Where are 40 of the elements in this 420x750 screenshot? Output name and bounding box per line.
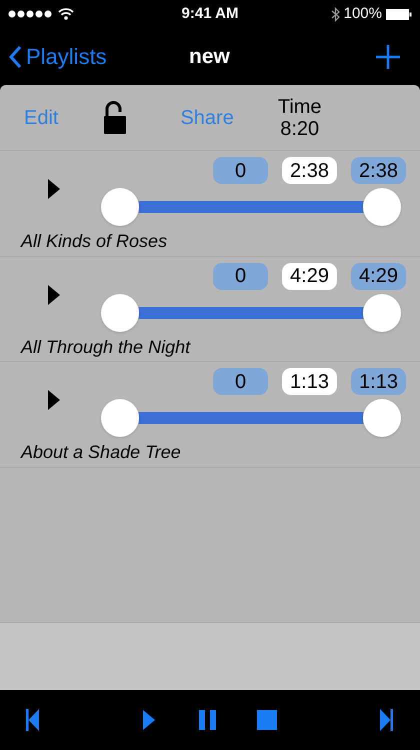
signal-icon <box>8 10 54 18</box>
skip-forward-icon[interactable] <box>379 709 393 731</box>
battery-percent: 100% <box>344 4 382 24</box>
duration-pill: 2:38 <box>282 157 337 184</box>
pause-icon[interactable] <box>199 710 216 730</box>
start-time-pill: 0 <box>213 262 268 290</box>
track-title: All Through the Night <box>21 336 190 359</box>
duration-pill: 4:29 <box>282 262 337 290</box>
play-icon[interactable] <box>48 390 60 410</box>
bluetooth-icon <box>330 6 340 22</box>
edit-button[interactable]: Edit <box>24 102 58 132</box>
start-time-pill: 0 <box>213 157 268 184</box>
start-time-pill: 0 <box>213 368 268 395</box>
track-title: About a Shade Tree <box>21 441 181 464</box>
slider-thumb[interactable] <box>363 188 401 226</box>
add-icon[interactable] <box>376 44 400 68</box>
wifi-icon <box>58 8 74 20</box>
play-icon[interactable] <box>48 179 60 199</box>
battery-icon <box>386 8 412 20</box>
nav-title: new <box>189 44 230 70</box>
end-time-pill: 4:29 <box>351 262 406 290</box>
chevron-left-icon <box>8 44 22 68</box>
track-title: All Kinds of Roses <box>21 230 168 253</box>
slider-thumb[interactable] <box>363 294 401 332</box>
skip-back-icon[interactable] <box>26 709 40 731</box>
duration-pill: 1:13 <box>282 368 337 395</box>
share-button[interactable]: Share <box>180 102 234 132</box>
status-time: 9:41 AM <box>182 4 238 24</box>
slider-thumb[interactable] <box>101 399 139 437</box>
total-time: 8:20 <box>280 118 320 140</box>
play-icon[interactable] <box>143 710 155 730</box>
slider-thumb[interactable] <box>101 294 139 332</box>
end-time-pill: 2:38 <box>351 157 406 184</box>
end-time-pill: 1:13 <box>351 368 406 395</box>
open-padlock-icon[interactable] <box>104 101 126 134</box>
play-icon[interactable] <box>48 284 60 304</box>
slider-thumb[interactable] <box>101 188 139 226</box>
slider-thumb[interactable] <box>363 399 401 437</box>
back-button[interactable]: Playlists <box>8 40 107 73</box>
time-label: Time <box>278 96 322 118</box>
